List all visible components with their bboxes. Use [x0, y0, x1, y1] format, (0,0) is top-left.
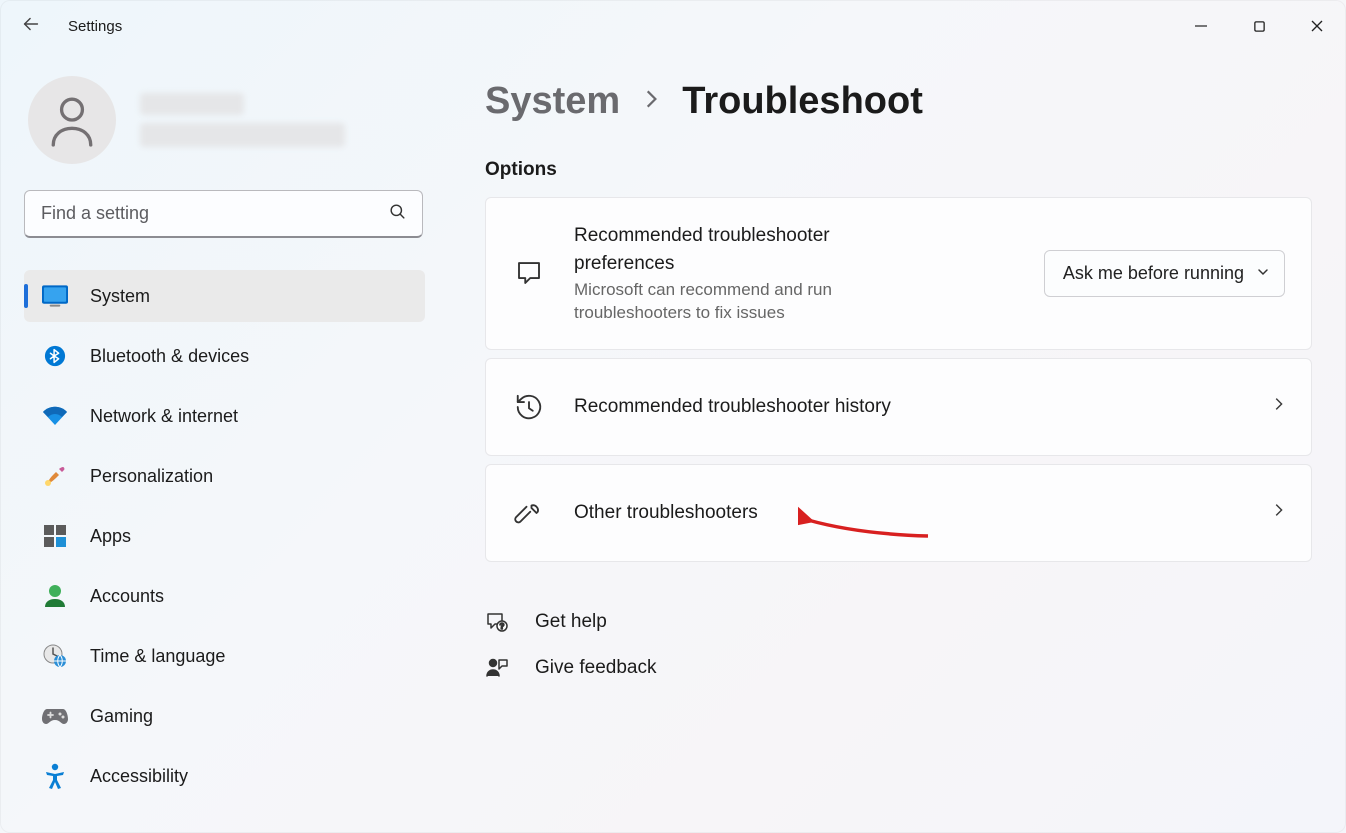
- nav: System Bluetooth & devices Network & int…: [24, 270, 425, 810]
- sidebar-item-label: Network & internet: [90, 406, 238, 427]
- card-troubleshooter-preferences: Recommended troubleshooter preferences M…: [485, 197, 1312, 350]
- back-button[interactable]: [20, 13, 42, 40]
- clock-globe-icon: [42, 644, 68, 668]
- profile-section[interactable]: [24, 76, 425, 164]
- sidebar-item-apps[interactable]: Apps: [24, 510, 425, 562]
- card-title: Other troubleshooters: [574, 499, 1243, 527]
- help-icon: ?: [485, 610, 509, 634]
- sidebar-item-accounts[interactable]: Accounts: [24, 570, 425, 622]
- link-label: Get help: [535, 611, 607, 633]
- app-title: Settings: [68, 18, 122, 35]
- search-input[interactable]: [24, 190, 423, 238]
- sidebar-item-accessibility[interactable]: Accessibility: [24, 750, 425, 802]
- profile-name-blurred: [140, 93, 244, 115]
- sidebar-item-label: Time & language: [90, 646, 225, 667]
- window-maximize-button[interactable]: [1230, 6, 1288, 46]
- breadcrumb: System Troubleshoot: [485, 80, 1312, 123]
- sidebar-item-system[interactable]: System: [24, 270, 425, 322]
- sidebar: System Bluetooth & devices Network & int…: [0, 52, 435, 833]
- svg-text:?: ?: [500, 622, 505, 631]
- paintbrush-icon: [42, 464, 68, 488]
- gamepad-icon: [42, 707, 68, 725]
- sidebar-item-time-language[interactable]: Time & language: [24, 630, 425, 682]
- profile-email-blurred: [140, 123, 345, 147]
- titlebar: Settings: [0, 0, 1346, 52]
- sidebar-item-label: System: [90, 286, 150, 307]
- chevron-right-icon: [1271, 501, 1285, 524]
- feedback-icon: [485, 656, 509, 680]
- sidebar-item-label: Accessibility: [90, 766, 188, 787]
- dropdown-value: Ask me before running: [1063, 263, 1244, 284]
- chevron-right-icon: [642, 88, 660, 115]
- bluetooth-icon: [42, 343, 68, 369]
- link-label: Give feedback: [535, 657, 656, 679]
- window-minimize-button[interactable]: [1172, 6, 1230, 46]
- sidebar-item-personalization[interactable]: Personalization: [24, 450, 425, 502]
- accessibility-icon: [42, 763, 68, 789]
- sidebar-item-network[interactable]: Network & internet: [24, 390, 425, 442]
- main-content: System Troubleshoot Options Recommended …: [435, 52, 1346, 833]
- sidebar-item-label: Bluetooth & devices: [90, 346, 249, 367]
- card-subtitle: Microsoft can recommend and run troubles…: [574, 279, 914, 325]
- sidebar-item-label: Accounts: [90, 586, 164, 607]
- section-title-options: Options: [485, 159, 1312, 181]
- link-give-feedback[interactable]: Give feedback: [485, 656, 1312, 680]
- sidebar-item-label: Personalization: [90, 466, 213, 487]
- window-close-button[interactable]: [1288, 6, 1346, 46]
- card-title: Recommended troubleshooter history: [574, 393, 1243, 421]
- card-title: Recommended troubleshooter preferences: [574, 222, 914, 277]
- sidebar-item-label: Gaming: [90, 706, 153, 727]
- link-get-help[interactable]: ? Get help: [485, 610, 1312, 634]
- sidebar-item-label: Apps: [90, 526, 131, 547]
- card-other-troubleshooters[interactable]: Other troubleshooters: [485, 464, 1312, 562]
- apps-icon: [42, 525, 68, 547]
- accounts-icon: [42, 584, 68, 608]
- preferences-dropdown[interactable]: Ask me before running: [1044, 250, 1285, 297]
- profile-info: [140, 93, 345, 147]
- chat-icon: [512, 258, 546, 288]
- search-icon: [388, 202, 407, 226]
- chevron-right-icon: [1271, 395, 1285, 418]
- sidebar-item-bluetooth[interactable]: Bluetooth & devices: [24, 330, 425, 382]
- avatar: [28, 76, 116, 164]
- wrench-icon: [512, 498, 546, 528]
- sidebar-item-gaming[interactable]: Gaming: [24, 690, 425, 742]
- chevron-down-icon: [1256, 263, 1270, 284]
- system-icon: [42, 285, 68, 307]
- card-troubleshooter-history[interactable]: Recommended troubleshooter history: [485, 358, 1312, 456]
- wifi-icon: [42, 406, 68, 426]
- breadcrumb-current: Troubleshoot: [682, 80, 923, 123]
- breadcrumb-root[interactable]: System: [485, 80, 620, 123]
- history-icon: [512, 392, 546, 422]
